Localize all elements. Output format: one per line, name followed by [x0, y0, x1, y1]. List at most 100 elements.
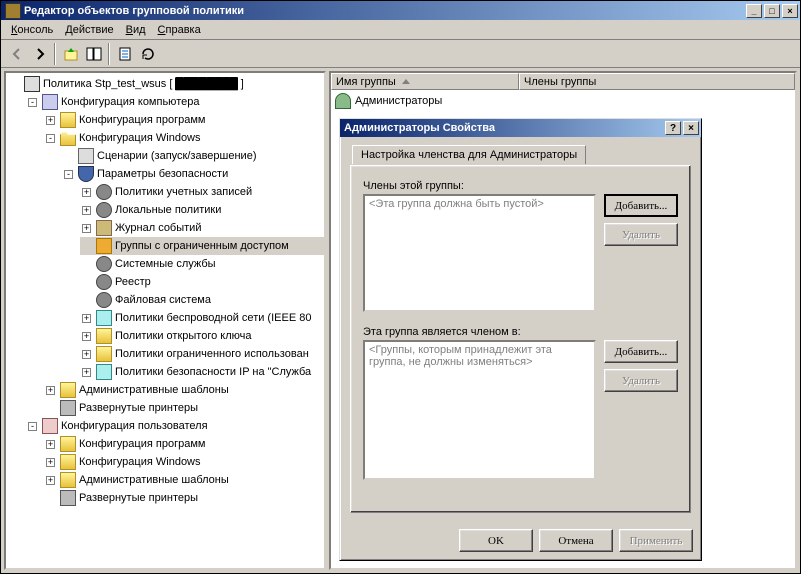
dialog-titlebar: Администраторы Свойства ? × — [340, 119, 701, 137]
folder-icon — [96, 346, 112, 362]
tree-wireless[interactable]: Политики беспроводной сети (IEEE 80 — [115, 312, 311, 324]
expander[interactable]: + — [46, 116, 55, 125]
dialog-help-button[interactable]: ? — [665, 121, 681, 135]
tree-restricted-groups[interactable]: Группы с ограниченным доступом — [115, 240, 289, 252]
tree-account[interactable]: Политики учетных записей — [115, 186, 252, 198]
tree-security[interactable]: Параметры безопасности — [97, 168, 228, 180]
menu-view[interactable]: Вид — [120, 22, 152, 38]
menu-action[interactable]: Действие — [59, 22, 119, 38]
apply-button[interactable]: Применить — [619, 529, 693, 552]
computer-icon — [42, 94, 58, 110]
close-button[interactable]: × — [782, 4, 798, 18]
expander[interactable]: + — [46, 386, 55, 395]
titlebar: Редактор объектов групповой политики _ □… — [1, 1, 800, 20]
gear-icon — [96, 184, 112, 200]
sort-asc-icon — [402, 79, 410, 84]
properties-dialog: Администраторы Свойства ? × Настройка чл… — [339, 118, 702, 561]
column-group-name[interactable]: Имя группы — [331, 73, 519, 90]
minimize-button[interactable]: _ — [746, 4, 762, 18]
tree-ipsec[interactable]: Политики безопасности IP на "Служба — [115, 366, 311, 378]
expander[interactable]: + — [46, 476, 55, 485]
folder-icon — [60, 472, 76, 488]
menubar: Консоль Действие Вид Справка — [1, 20, 800, 40]
memberof-label: Эта группа является членом в: — [363, 326, 678, 338]
menu-console[interactable]: Консоль — [5, 22, 59, 38]
expander[interactable]: + — [46, 458, 55, 467]
folder-icon — [60, 112, 76, 128]
folder-icon — [96, 328, 112, 344]
tree-windows2[interactable]: Конфигурация Windows — [79, 456, 201, 468]
gear-icon — [96, 256, 112, 272]
tree-printers[interactable]: Развернутые принтеры — [79, 402, 198, 414]
memberof-delete-button[interactable]: Удалить — [604, 369, 678, 392]
tree-user-config[interactable]: Конфигурация пользователя — [61, 420, 208, 432]
memberof-add-button[interactable]: Добавить... — [604, 340, 678, 363]
toolbar-export-button[interactable] — [113, 43, 136, 65]
expander[interactable]: - — [28, 98, 37, 107]
app-icon — [5, 3, 21, 19]
tree-eventlog[interactable]: Журнал событий — [115, 222, 201, 234]
tree-local[interactable]: Локальные политики — [115, 204, 221, 216]
tree-services[interactable]: Системные службы — [115, 258, 216, 270]
members-listbox[interactable]: <Эта группа должна быть пустой> — [363, 194, 596, 312]
gear-icon — [96, 202, 112, 218]
expander[interactable]: + — [82, 188, 91, 197]
toolbar-forward-button[interactable] — [28, 43, 51, 65]
tree-admin-templates2[interactable]: Административные шаблоны — [79, 474, 229, 486]
printer-icon — [60, 400, 76, 416]
tree-registry[interactable]: Реестр — [115, 276, 151, 288]
list-row[interactable]: Администраторы — [333, 92, 793, 110]
expander[interactable]: - — [46, 134, 55, 143]
column-members[interactable]: Члены группы — [519, 73, 795, 90]
tree-filesystem[interactable]: Файловая система — [115, 294, 211, 306]
tree-windows[interactable]: Конфигурация Windows — [79, 132, 201, 144]
shield-icon — [78, 166, 94, 182]
expander[interactable]: + — [82, 224, 91, 233]
dialog-title: Администраторы Свойства — [344, 122, 665, 134]
toolbar — [1, 40, 800, 68]
user-icon — [42, 418, 58, 434]
dialog-close-button[interactable]: × — [683, 121, 699, 135]
expander[interactable]: + — [82, 314, 91, 323]
cancel-button[interactable]: Отмена — [539, 529, 613, 552]
window-title: Редактор объектов групповой политики — [24, 5, 746, 17]
tab-membership[interactable]: Настройка членства для Администраторы — [352, 145, 586, 164]
gear-icon — [96, 274, 112, 290]
script-icon — [78, 148, 94, 164]
expander[interactable]: + — [82, 350, 91, 359]
expander[interactable]: + — [82, 332, 91, 341]
expander[interactable]: + — [82, 368, 91, 377]
tree-programs2[interactable]: Конфигурация программ — [79, 438, 205, 450]
network-icon — [96, 364, 112, 380]
tree-scenarios[interactable]: Сценарии (запуск/завершение) — [97, 150, 256, 162]
toolbar-up-button[interactable] — [59, 43, 82, 65]
policy-icon — [24, 76, 40, 92]
tree-printers2[interactable]: Развернутые принтеры — [79, 492, 198, 504]
menu-help[interactable]: Справка — [152, 22, 207, 38]
tree-admin-templates[interactable]: Административные шаблоны — [79, 384, 229, 396]
expander[interactable]: + — [46, 440, 55, 449]
expander[interactable]: - — [28, 422, 37, 431]
memberof-listbox[interactable]: <Группы, которым принадлежит эта группа,… — [363, 340, 596, 480]
expander[interactable]: - — [64, 170, 73, 179]
expander[interactable]: + — [82, 206, 91, 215]
toolbar-refresh-button[interactable] — [136, 43, 159, 65]
tree-software-restriction[interactable]: Политики ограниченного использован — [115, 348, 309, 360]
list-cell-name: Администраторы — [355, 95, 442, 107]
members-add-button[interactable]: Добавить... — [604, 194, 678, 217]
toolbar-show-hide-button[interactable] — [82, 43, 105, 65]
maximize-button[interactable]: □ — [764, 4, 780, 18]
members-label: Члены этой группы: — [363, 180, 678, 192]
tree-computer-config[interactable]: Конфигурация компьютера — [61, 96, 199, 108]
tree-root[interactable]: Политика Stp_test_wsus [ — [43, 78, 172, 90]
tree-publickey[interactable]: Политики открытого ключа — [115, 330, 251, 342]
ok-button[interactable]: OK — [459, 529, 533, 552]
tree-programs[interactable]: Конфигурация программ — [79, 114, 205, 126]
list-header: Имя группы Члены группы — [331, 73, 795, 90]
tab-pane: Члены этой группы: <Эта группа должна бы… — [350, 165, 691, 513]
toolbar-back-button[interactable] — [5, 43, 28, 65]
folder-icon — [60, 454, 76, 470]
wireless-icon — [96, 310, 112, 326]
tree-panel[interactable]: Политика Stp_test_wsus [████████] -Конфи… — [4, 71, 326, 570]
members-delete-button[interactable]: Удалить — [604, 223, 678, 246]
